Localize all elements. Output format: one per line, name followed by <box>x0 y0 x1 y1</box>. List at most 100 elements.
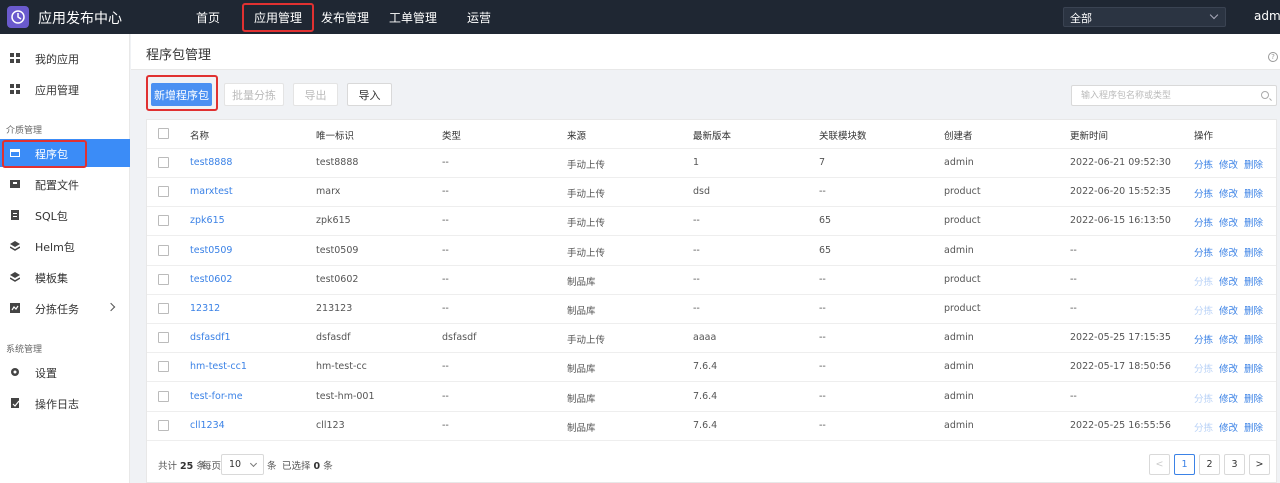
row-checkbox[interactable] <box>158 215 169 227</box>
edit-action[interactable]: 修改 <box>1219 361 1238 375</box>
table-cell-source: 制品库 <box>567 306 596 317</box>
package-name-link[interactable]: test-for-me <box>190 391 243 402</box>
batch-sort-button[interactable]: 批量分拣 <box>224 83 284 106</box>
topnav-home[interactable]: 首页 <box>196 9 220 26</box>
delete-action[interactable]: 删除 <box>1244 215 1263 229</box>
delete-action[interactable]: 删除 <box>1244 361 1263 375</box>
column-header[interactable]: 来源 <box>567 128 586 142</box>
package-name-link[interactable]: test0509 <box>190 245 232 256</box>
sidebar-item-templates[interactable]: 模板集 <box>0 263 130 291</box>
row-checkbox[interactable] <box>158 303 169 314</box>
row-checkbox[interactable] <box>158 244 169 256</box>
selected-count: 已选择 0 条 <box>282 461 333 472</box>
sort-action[interactable]: 分拣 <box>1194 245 1213 259</box>
page-header: 程序包管理 ? <box>131 34 1280 70</box>
edit-action[interactable]: 修改 <box>1219 420 1238 434</box>
package-name-link[interactable]: test0602 <box>190 274 232 285</box>
column-header[interactable]: 最新版本 <box>693 128 731 142</box>
delete-action[interactable]: 删除 <box>1244 332 1263 346</box>
page-button-2[interactable]: 2 <box>1199 454 1220 475</box>
row-checkbox[interactable] <box>158 390 169 402</box>
package-name-link[interactable]: test8888 <box>190 157 232 168</box>
page-size-select[interactable]: 10 <box>221 454 264 475</box>
prev-page-button[interactable]: < <box>1149 454 1170 475</box>
sort-action[interactable]: 分拣 <box>1194 274 1213 288</box>
sidebar-item-my-apps[interactable]: 我的应用 <box>0 44 130 72</box>
import-button[interactable]: 导入 <box>347 83 392 106</box>
row-checkbox[interactable] <box>158 273 169 285</box>
row-checkbox[interactable] <box>158 419 169 431</box>
sort-action[interactable]: 分拣 <box>1194 186 1213 200</box>
column-header[interactable]: 关联模块数 <box>819 128 867 142</box>
delete-action[interactable]: 删除 <box>1244 245 1263 259</box>
sort-action[interactable]: 分拣 <box>1194 391 1213 405</box>
table-cell-updated: 2022-06-21 09:52:30 <box>1070 157 1171 168</box>
edit-action[interactable]: 修改 <box>1219 157 1238 171</box>
package-name-link[interactable]: 12312 <box>190 303 220 314</box>
topnav-app-management[interactable]: 应用管理 <box>241 3 315 32</box>
sort-action[interactable]: 分拣 <box>1194 332 1213 346</box>
page-button-1[interactable]: 1 <box>1174 454 1195 475</box>
sidebar-item-settings[interactable]: 设置 <box>0 358 130 386</box>
search-icon[interactable] <box>1261 91 1269 99</box>
delete-action[interactable]: 删除 <box>1244 186 1263 200</box>
topnav-operations[interactable]: 运营 <box>467 9 491 26</box>
column-header[interactable]: 名称 <box>190 128 209 142</box>
page-title: 程序包管理 <box>146 48 212 63</box>
edit-action[interactable]: 修改 <box>1219 391 1238 405</box>
package-name-link[interactable]: hm-test-cc1 <box>190 361 247 372</box>
sort-action[interactable]: 分拣 <box>1194 361 1213 375</box>
edit-action[interactable]: 修改 <box>1219 303 1238 317</box>
edit-action[interactable]: 修改 <box>1219 245 1238 259</box>
column-header[interactable]: 创建者 <box>944 128 973 142</box>
table-cell-type: -- <box>442 361 449 373</box>
delete-action[interactable]: 删除 <box>1244 274 1263 288</box>
edit-action[interactable]: 修改 <box>1219 332 1238 346</box>
table-cell-source: 手动上传 <box>567 189 606 201</box>
sort-action[interactable]: 分拣 <box>1194 157 1213 171</box>
table-cell-source: 制品库 <box>567 422 596 434</box>
help-icon[interactable]: ? <box>1268 52 1278 62</box>
sort-action[interactable]: 分拣 <box>1194 215 1213 229</box>
topnav-release-management[interactable]: 发布管理 <box>321 9 369 26</box>
sidebar-item-operation-log[interactable]: 操作日志 <box>0 389 130 417</box>
delete-action[interactable]: 删除 <box>1244 157 1263 171</box>
column-header[interactable]: 更新时间 <box>1070 128 1108 142</box>
sidebar-item-helm-packages[interactable]: Helm包 <box>0 232 130 260</box>
row-checkbox[interactable] <box>158 157 169 168</box>
package-name-link[interactable]: marxtest <box>190 186 233 197</box>
scope-select[interactable]: 全部 <box>1063 7 1226 27</box>
delete-action[interactable]: 删除 <box>1244 391 1263 405</box>
search-input[interactable] <box>1072 86 1252 105</box>
log-icon <box>11 398 20 408</box>
column-header[interactable]: 唯一标识 <box>316 128 354 142</box>
select-all-checkbox[interactable] <box>158 128 169 139</box>
row-checkbox[interactable] <box>158 361 169 373</box>
sort-action[interactable]: 分拣 <box>1194 303 1213 317</box>
sidebar-item-label: 操作日志 <box>35 398 79 411</box>
edit-action[interactable]: 修改 <box>1219 274 1238 288</box>
page-button-3[interactable]: 3 <box>1224 454 1245 475</box>
sidebar-item-packages[interactable]: 程序包 <box>0 139 130 168</box>
package-name-link[interactable]: dsfasdf1 <box>190 332 231 343</box>
sidebar-item-label: 模板集 <box>35 272 68 285</box>
topnav-ticket-management[interactable]: 工单管理 <box>389 9 437 26</box>
user-name[interactable]: admin <box>1254 9 1280 23</box>
export-button[interactable]: 导出 <box>293 83 338 106</box>
sidebar-item-sort-tasks[interactable]: 分拣任务 <box>0 294 130 322</box>
sidebar-item-app-management[interactable]: 应用管理 <box>0 75 130 103</box>
sort-action[interactable]: 分拣 <box>1194 420 1213 434</box>
sidebar-item-config-files[interactable]: 配置文件 <box>0 170 130 198</box>
package-name-link[interactable]: cll1234 <box>190 420 225 431</box>
row-checkbox[interactable] <box>158 186 169 198</box>
edit-action[interactable]: 修改 <box>1219 215 1238 229</box>
edit-action[interactable]: 修改 <box>1219 186 1238 200</box>
sidebar-item-sql-packages[interactable]: SQL包 <box>0 201 130 229</box>
column-header[interactable]: 类型 <box>442 128 461 142</box>
next-page-button[interactable]: > <box>1249 454 1270 475</box>
sidebar-item-label: Helm包 <box>35 241 75 254</box>
row-checkbox[interactable] <box>158 332 169 344</box>
delete-action[interactable]: 删除 <box>1244 420 1263 434</box>
package-name-link[interactable]: zpk615 <box>190 215 225 226</box>
delete-action[interactable]: 删除 <box>1244 303 1263 317</box>
